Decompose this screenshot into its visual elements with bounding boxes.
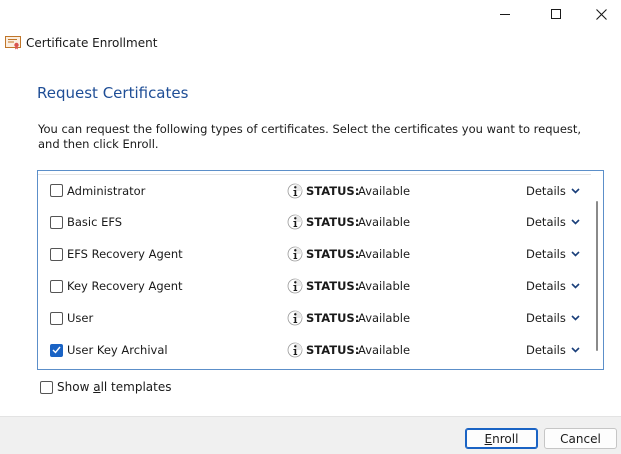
chevron-down-icon (571, 347, 580, 353)
details-toggle[interactable]: Details (526, 279, 580, 293)
cancel-button[interactable]: Cancel (544, 428, 617, 449)
details-label: Details (526, 343, 566, 357)
certificate-name: User Key Archival (67, 343, 168, 357)
certificate-checkbox[interactable] (50, 184, 63, 197)
certificate-name: EFS Recovery Agent (67, 247, 183, 261)
status-label: STATUS: (306, 215, 360, 229)
details-toggle[interactable]: Details (526, 343, 580, 357)
certificate-row[interactable]: Basic EFS STATUS: Available Details (38, 206, 591, 238)
details-toggle[interactable]: Details (526, 247, 580, 261)
window-title-bar: Certificate Enrollment (5, 34, 157, 52)
certificate-icon (5, 36, 21, 50)
certificate-checkbox[interactable] (50, 311, 63, 325)
status-value: Available (358, 183, 411, 198)
certificate-name: Administrator (67, 183, 146, 198)
minimize-icon (500, 13, 510, 15)
show-all-checkbox[interactable] (40, 380, 53, 394)
certificate-row[interactable]: User STATUS: Available Details (38, 302, 591, 334)
info-icon (287, 246, 303, 262)
certificate-checkbox[interactable] (50, 247, 63, 261)
status-value: Available (358, 215, 411, 229)
certificate-list[interactable]: Administrator STATUS: Available Details … (37, 170, 604, 370)
certificate-checkbox[interactable] (50, 215, 63, 229)
status-label: STATUS: (306, 183, 360, 198)
page-title: Request Certificates (37, 84, 189, 102)
status-value: Available (358, 343, 411, 357)
chevron-down-icon (571, 187, 580, 194)
certificate-checkbox[interactable] (50, 343, 63, 357)
info-icon (287, 310, 303, 326)
certificate-name: Basic EFS (67, 215, 123, 229)
details-label: Details (526, 247, 566, 261)
certificate-row[interactable]: Key Recovery Agent STATUS: Available Det… (38, 270, 591, 302)
details-label: Details (526, 215, 566, 229)
maximize-button[interactable] (533, 0, 579, 28)
status-label: STATUS: (306, 311, 360, 325)
details-label: Details (526, 183, 566, 198)
enroll-button[interactable]: Enroll (465, 428, 538, 449)
minimize-button[interactable] (482, 0, 528, 28)
checkmark-icon (52, 346, 61, 354)
intro-text: You can request the following types of c… (38, 122, 582, 151)
info-icon (287, 342, 303, 358)
certificate-name: Key Recovery Agent (67, 279, 183, 293)
status-value: Available (358, 311, 411, 325)
close-icon (595, 8, 607, 20)
chevron-down-icon (571, 283, 580, 289)
details-toggle[interactable]: Details (526, 184, 580, 198)
status-label: STATUS: (306, 343, 360, 357)
chevron-down-icon (571, 219, 580, 225)
window-title: Certificate Enrollment (26, 36, 158, 50)
details-toggle[interactable]: Details (526, 215, 580, 229)
list-scrollbar[interactable] (591, 171, 603, 369)
certificate-row[interactable]: Administrator STATUS: Available Details (38, 174, 591, 206)
info-icon (287, 183, 303, 198)
status-label: STATUS: (306, 279, 360, 293)
certificate-row[interactable]: EFS Recovery Agent STATUS: Available Det… (38, 238, 591, 270)
close-button[interactable] (578, 0, 621, 28)
dialog-footer: Enroll Cancel (0, 416, 621, 454)
chevron-down-icon (571, 315, 580, 321)
details-label: Details (526, 311, 566, 325)
status-label: STATUS: (306, 247, 360, 261)
certificate-name: User (67, 311, 94, 325)
show-all-templates[interactable]: Show all templates (40, 380, 171, 394)
show-all-label: Show all templates (57, 380, 172, 394)
certificate-row[interactable]: User Key Archival STATUS: Available Deta… (38, 334, 591, 366)
status-value: Available (358, 247, 411, 261)
info-icon (287, 214, 303, 230)
certificate-checkbox[interactable] (50, 279, 63, 293)
chevron-down-icon (571, 251, 580, 257)
maximize-icon (551, 9, 561, 19)
details-toggle[interactable]: Details (526, 311, 580, 325)
certificate-list-content: Administrator STATUS: Available Details … (38, 171, 591, 369)
status-value: Available (358, 279, 411, 293)
details-label: Details (526, 279, 566, 293)
info-icon (287, 278, 303, 294)
scrollbar-thumb[interactable] (596, 201, 598, 351)
